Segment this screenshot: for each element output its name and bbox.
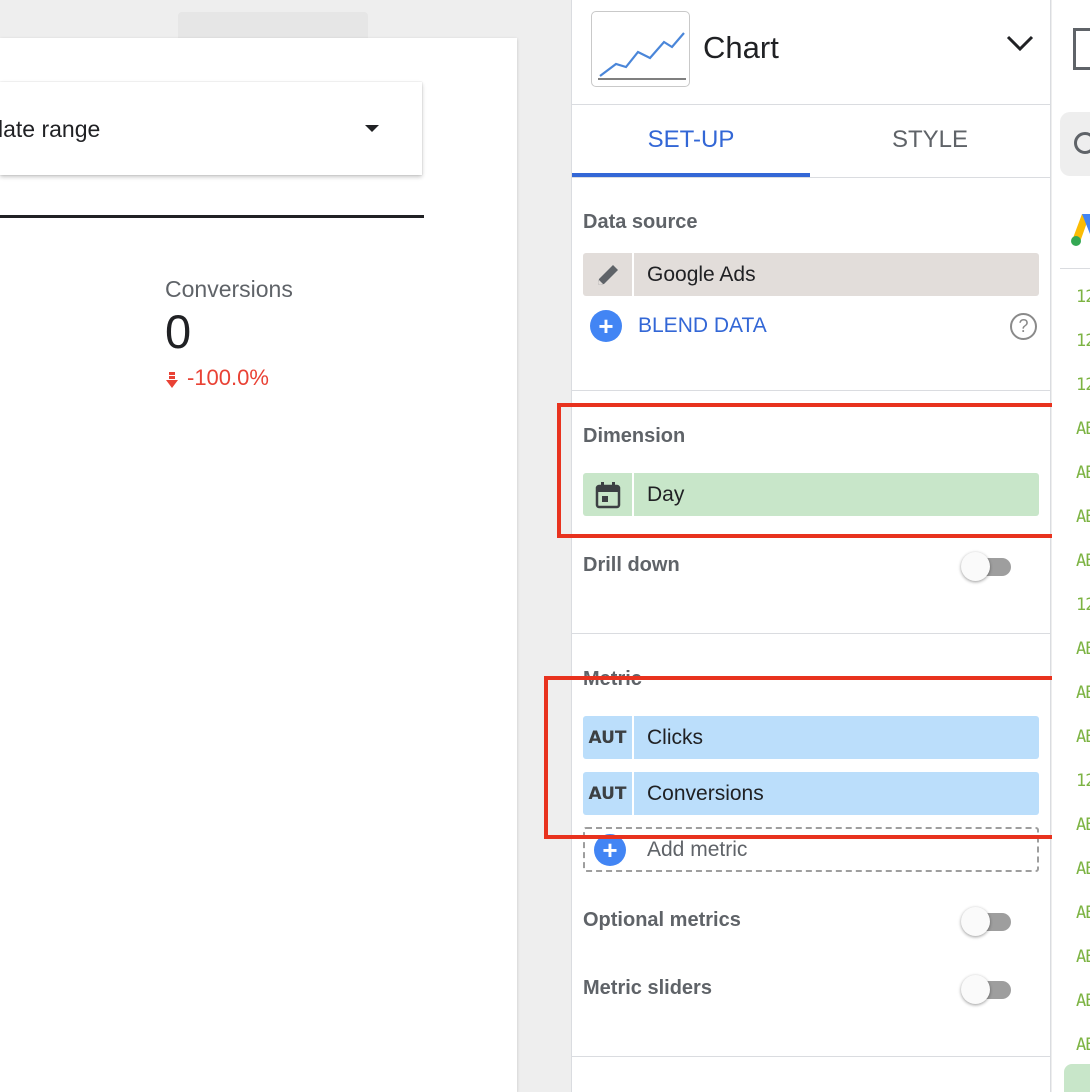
toggle-thumb [961, 552, 990, 581]
plus-circle-icon: + [590, 310, 622, 342]
drill-down-toggle[interactable] [961, 549, 1015, 583]
dimension-highlight-box [557, 403, 1066, 538]
add-metric-label: Add metric [647, 837, 748, 861]
strip-divider [1060, 268, 1090, 269]
data-source-title: Data source [583, 211, 698, 233]
field-type-badge[interactable]: AB [1076, 815, 1090, 835]
field-type-badge[interactable]: AB [1076, 947, 1090, 967]
field-type-badge[interactable]: AB [1076, 507, 1090, 527]
field-type-badge[interactable]: 12 [1076, 595, 1090, 615]
date-range-label: late range [0, 116, 101, 142]
drill-down-label: Drill down [583, 554, 680, 576]
arrow-down-icon [165, 369, 179, 388]
field-type-badge[interactable]: 12 [1076, 375, 1090, 395]
table-icon[interactable] [1073, 28, 1090, 70]
data-source-chip[interactable]: Google Ads [583, 253, 1039, 296]
scorecard-label: Conversions [165, 276, 293, 302]
line-chart-icon[interactable] [591, 11, 690, 87]
optional-metrics-label: Optional metrics [583, 909, 741, 931]
help-icon[interactable]: ? [1010, 313, 1037, 340]
blend-data-button[interactable]: + BLEND DATA [590, 310, 767, 342]
toggle-thumb [961, 975, 990, 1004]
scorecard-delta: -100.0% [165, 365, 293, 391]
field-type-badge[interactable]: AB [1076, 727, 1090, 747]
selected-field-indicator [1064, 1064, 1090, 1092]
field-type-badge[interactable]: 12 [1076, 287, 1090, 307]
field-type-badge[interactable]: AB [1076, 639, 1090, 659]
field-type-badge[interactable]: AB [1076, 991, 1090, 1011]
field-type-badge[interactable]: AB [1076, 551, 1090, 571]
available-fields-panel: 12 12 12 AB AB AB AB 12 AB AB AB 12 AB AB AB AB AB AB [1052, 0, 1090, 1092]
field-type-badge[interactable]: AB [1076, 683, 1090, 703]
field-type-badge[interactable]: AB [1076, 903, 1090, 923]
field-type-badge[interactable]: AB [1076, 463, 1090, 483]
panel-header: Chart [572, 0, 1051, 105]
scorecard-value: 0 [165, 305, 192, 358]
chevron-down-icon[interactable] [1006, 34, 1034, 54]
tab-setup[interactable]: SET-UP [572, 105, 810, 178]
section-divider [572, 633, 1051, 634]
section-divider [572, 1056, 1051, 1057]
field-type-badge[interactable]: 12 [1076, 331, 1090, 351]
field-type-badge[interactable]: 12 [1076, 771, 1090, 791]
toggle-thumb [961, 907, 990, 936]
scorecard-conversions[interactable]: Conversions 0 -100.0% [165, 276, 293, 391]
tab-style[interactable]: STYLE [811, 105, 1049, 178]
section-divider [572, 390, 1051, 391]
pencil-icon[interactable] [583, 253, 634, 296]
metric-sliders-label: Metric sliders [583, 977, 712, 999]
search-icon [1074, 132, 1090, 154]
field-type-badge[interactable]: AB [1076, 1035, 1090, 1055]
date-range-control[interactable]: late range [0, 82, 422, 175]
google-ads-logo-icon [1068, 212, 1090, 248]
report-canvas [0, 38, 517, 1092]
field-type-badge[interactable]: AB [1076, 419, 1090, 439]
data-source-name: Google Ads [647, 262, 756, 286]
metric-highlight-box [544, 676, 1061, 839]
chart-type-title: Chart [703, 30, 779, 65]
active-tab-indicator [572, 173, 810, 177]
panel-tabs: SET-UP STYLE [572, 105, 1051, 178]
properties-panel: Chart SET-UP STYLE Data source Google Ad… [571, 0, 1051, 1092]
caret-down-icon[interactable] [365, 125, 379, 132]
optional-metrics-toggle[interactable] [961, 904, 1015, 938]
blend-data-label: BLEND DATA [638, 314, 767, 337]
metric-sliders-toggle[interactable] [961, 972, 1015, 1006]
field-type-badge[interactable]: AB [1076, 859, 1090, 879]
canvas-divider-line [0, 215, 424, 218]
scorecard-delta-text: -100.0% [187, 365, 269, 390]
